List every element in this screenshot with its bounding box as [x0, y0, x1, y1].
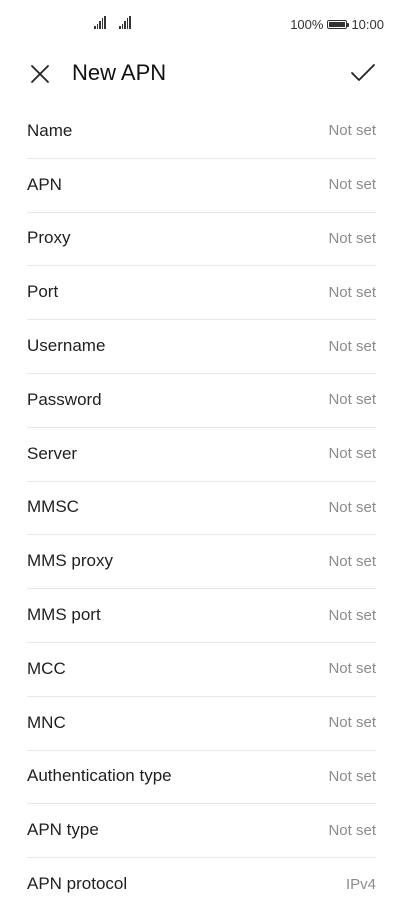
field-value: Not set [328, 337, 376, 355]
apn-field-apn-protocol[interactable]: APN protocol IPv4 [27, 857, 376, 911]
apn-field-apn-type[interactable]: APN type Not set [27, 803, 376, 857]
field-value: Not set [328, 283, 376, 301]
field-label: Username [27, 336, 106, 356]
field-label: APN protocol [27, 874, 128, 894]
save-button[interactable] [347, 56, 379, 88]
app-bar: New APN [0, 48, 403, 98]
close-button[interactable] [24, 58, 56, 90]
apn-field-mms-port[interactable]: MMS port Not set [27, 588, 376, 642]
field-label: MNC [27, 712, 66, 732]
apn-field-mcc[interactable]: MCC Not set [27, 641, 376, 696]
field-value: Not set [328, 552, 376, 570]
field-value: Not set [328, 391, 376, 409]
field-label: Proxy [27, 228, 71, 248]
field-value: Not set [328, 498, 376, 516]
apn-field-mmsc[interactable]: MMSC Not set [27, 480, 376, 535]
field-value: Not set [328, 714, 376, 732]
field-value: Not set [328, 767, 376, 785]
field-label: Server [27, 443, 78, 463]
field-label: Password [27, 389, 102, 409]
field-label: APN type [27, 820, 99, 840]
field-value: Not set [328, 176, 376, 194]
status-time: 10:00 [351, 16, 384, 32]
apn-settings-list: Name Not set APN Not set Proxy Not set P… [27, 104, 376, 911]
status-right: 100% 10:00 [290, 16, 384, 32]
battery-percentage: 100% [290, 16, 324, 32]
field-value: Not set [328, 606, 376, 624]
field-value: Not set [328, 122, 376, 140]
field-value: Not set [328, 229, 376, 247]
apn-field-server[interactable]: Server Not set [27, 426, 376, 481]
checkmark-icon [351, 64, 375, 81]
apn-field-apn[interactable]: APN Not set [27, 157, 376, 212]
apn-field-username[interactable]: Username Not set [27, 319, 376, 373]
signal-strength-icon [119, 16, 131, 29]
apn-field-port[interactable]: Port Not set [27, 265, 376, 319]
field-label: APN [27, 174, 62, 194]
apn-field-authentication-type[interactable]: Authentication type Not set [27, 749, 376, 804]
page-title: New APN [72, 60, 167, 85]
field-value: Not set [328, 660, 376, 678]
field-label: MMSC [27, 497, 79, 517]
close-icon [31, 65, 49, 83]
field-label: MMS proxy [27, 551, 113, 571]
field-label: Port [27, 282, 59, 302]
field-label: Name [27, 120, 73, 140]
apn-field-proxy[interactable]: Proxy Not set [27, 211, 376, 266]
apn-field-mms-proxy[interactable]: MMS proxy Not set [27, 534, 376, 588]
status-bar: 100% 10:00 [0, 0, 403, 48]
field-label: MCC [27, 658, 66, 678]
field-value: IPv4 [345, 875, 376, 893]
signal-strength-icon [94, 16, 106, 29]
field-label: MMS port [27, 605, 101, 625]
apn-field-password[interactable]: Password Not set [27, 372, 376, 427]
apn-field-name[interactable]: Name Not set [27, 104, 376, 158]
field-value: Not set [328, 445, 376, 463]
apn-field-mnc[interactable]: MNC Not set [27, 695, 376, 750]
field-value: Not set [328, 821, 376, 839]
field-label: Authentication type [27, 766, 172, 786]
battery-icon [327, 19, 350, 29]
